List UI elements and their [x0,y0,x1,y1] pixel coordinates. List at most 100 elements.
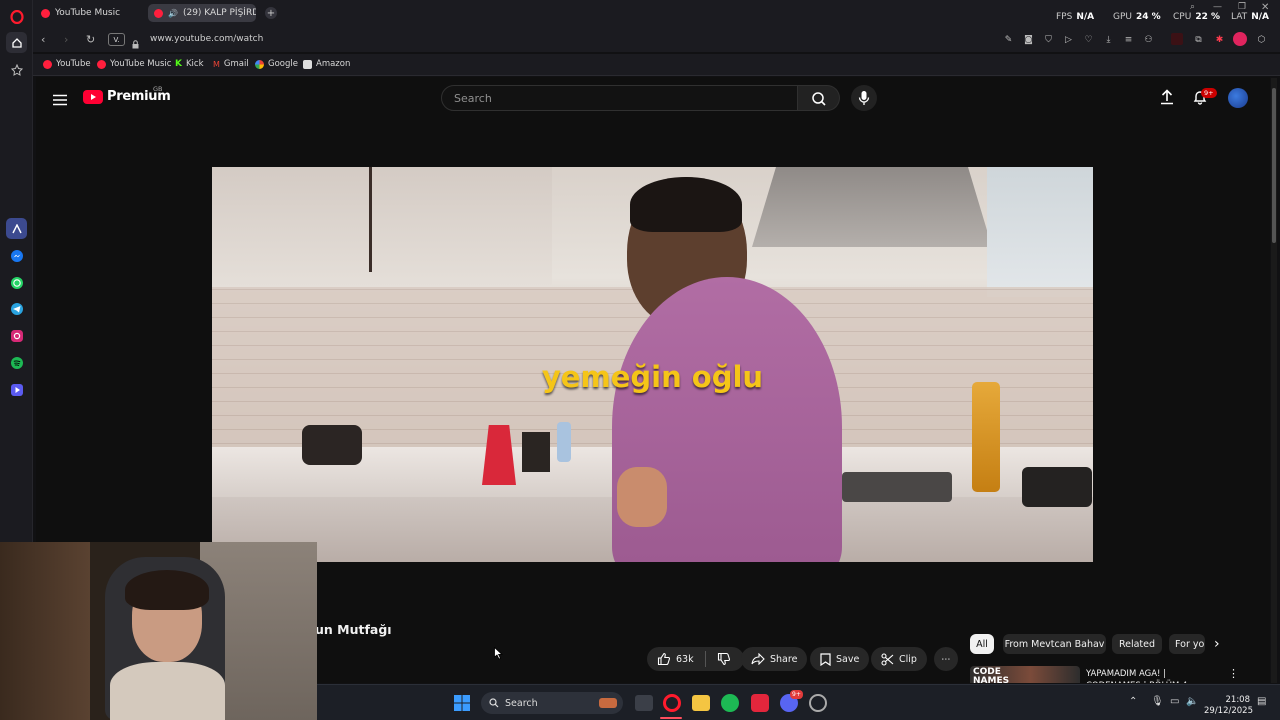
range-hood [752,167,992,247]
extension-tab-icon[interactable]: ⧉ [1193,34,1204,45]
pan [1022,467,1092,507]
play-icon[interactable]: ▷ [1063,34,1074,45]
url-field[interactable]: www.youtube.com/watch [150,34,263,44]
steam-icon[interactable] [809,694,827,712]
share-button[interactable]: Share [741,647,808,671]
shield-icon[interactable]: ⛉ [1043,34,1054,45]
volume-icon[interactable]: 🔈 [1186,696,1198,707]
clock[interactable]: 21:08 29/12/2025 [1204,695,1253,717]
cabinet-left [212,167,552,287]
utensil-holder [522,432,550,472]
minimize-icon[interactable]: — [1213,2,1222,12]
maximize-icon[interactable]: ❐ [1238,2,1246,12]
scrollbar-thumb[interactable] [1272,88,1276,243]
notifications-tray-icon[interactable]: ▤ [1257,696,1266,707]
new-tab-button[interactable]: + [265,7,277,19]
extension-vpn-icon[interactable] [1233,32,1247,46]
tray-chevron-icon[interactable]: ⌃ [1129,696,1137,707]
taskbar-search[interactable]: Search [481,692,623,714]
person-hand [617,467,667,527]
chip-for-you[interactable]: For yo [1169,634,1205,654]
search-button[interactable] [798,85,840,111]
microphone-tray-icon[interactable]: 🎙 [1151,696,1164,707]
clip-button[interactable]: Clip [871,647,927,671]
chip-from-channel[interactable]: From Mevtcan Bahav [1003,634,1106,654]
download-icon[interactable]: ⤓ [1103,34,1114,45]
amazon-icon [303,59,312,69]
youtube-icon [43,59,52,69]
bookmark-gmail[interactable]: M Gmail [213,59,249,69]
video-player[interactable]: yemeğin oğlu [212,167,1093,562]
whatsapp-icon[interactable] [6,272,27,293]
hamburger-menu-icon[interactable] [53,91,67,106]
site-info-badge[interactable]: V. [108,33,125,46]
player-icon[interactable] [6,379,27,400]
stove [842,472,952,502]
speaker-icon: 🔊 [168,8,178,18]
opera-taskbar-icon[interactable] [751,694,769,712]
opera-gx-taskbar-icon[interactable] [663,694,681,712]
bookmark-kick[interactable]: K Kick [175,59,204,69]
recommendation-title[interactable]: YAPAMADIM AGA! | CODENAMES | BÖLÜM 4 [1086,668,1204,683]
tab-youtube-music[interactable]: YouTube Music [35,4,143,22]
file-explorer-icon[interactable] [692,695,710,711]
youtube-premium-logo[interactable]: Premium GB [83,85,171,104]
home-icon[interactable] [6,32,27,53]
network-icon[interactable]: ▭ [1170,696,1179,707]
page-scrollbar[interactable] [1271,78,1277,683]
tab-current-video[interactable]: 🔊 (29) KALP PİŞİRDİM E [148,4,256,22]
lock-icon [132,34,139,49]
like-button[interactable]: 63k [657,652,694,666]
profile-icon[interactable]: ⚇ [1143,34,1154,45]
task-view-icon[interactable] [635,695,653,711]
recommendation-menu-icon[interactable]: ⋮ [1228,667,1239,680]
video-title: un Mutfağı [315,622,392,637]
heart-icon[interactable]: ♡ [1083,34,1094,45]
messenger-icon[interactable] [6,245,27,266]
back-icon[interactable]: ‹ [41,33,45,46]
close-window-icon[interactable]: ✕ [1261,2,1269,13]
chip-all[interactable]: All [970,634,994,654]
spotify-taskbar-icon[interactable] [721,694,739,712]
windows-start-icon[interactable] [454,695,470,715]
mouse-cursor-icon [494,645,504,664]
bookmark-youtube[interactable]: YouTube [43,59,91,69]
search-tabs-icon[interactable]: ⌕ [1190,2,1195,12]
telegram-icon[interactable] [6,298,27,319]
youtube-logo-icon [83,89,103,104]
microphone-icon [858,91,870,105]
upload-icon[interactable] [1160,89,1174,109]
more-actions-button[interactable]: ⋯ [934,647,958,671]
bookmark-amazon[interactable]: Amazon [303,59,350,69]
edit-icon[interactable]: ✎ [1003,34,1014,45]
recommendation-thumbnail[interactable]: CODE NAMES [970,666,1080,683]
dislike-button[interactable] [717,652,731,666]
menu-lines-icon[interactable]: ≡ [1123,34,1134,45]
account-avatar[interactable] [1228,88,1248,108]
aria-icon[interactable] [6,218,27,239]
forward-icon[interactable]: › [64,33,68,46]
extension-red-icon[interactable] [1171,33,1183,45]
search-icon [812,92,826,106]
search-input[interactable]: Search [441,85,798,111]
youtube-header: Premium GB Search 9+ [36,77,1270,119]
reload-icon[interactable]: ↻ [86,33,95,46]
save-button[interactable]: Save [810,647,870,671]
voice-search-button[interactable] [851,85,877,111]
like-dislike-group: 63k [647,647,744,671]
extension-plug-icon[interactable]: ✱ [1214,34,1225,45]
spotify-icon[interactable] [6,352,27,373]
instagram-icon[interactable] [6,325,27,346]
cpu-stat: CPU 22 % [1173,12,1220,22]
scissors-icon [881,652,894,666]
chevron-right-icon[interactable]: › [1214,636,1220,652]
notification-badge: 9+ [1201,88,1217,98]
extensions-cube-icon[interactable]: ⬡ [1256,34,1267,45]
bookmark-youtube-music[interactable]: YouTube Music [97,59,171,69]
youtube-favicon-icon [154,8,163,18]
bookmark-google[interactable]: Google [255,59,298,69]
chip-related[interactable]: Related [1112,634,1162,654]
opera-logo-icon[interactable] [6,6,27,27]
pinboard-icon[interactable] [6,59,27,80]
camera-icon[interactable]: ◙ [1023,34,1034,45]
